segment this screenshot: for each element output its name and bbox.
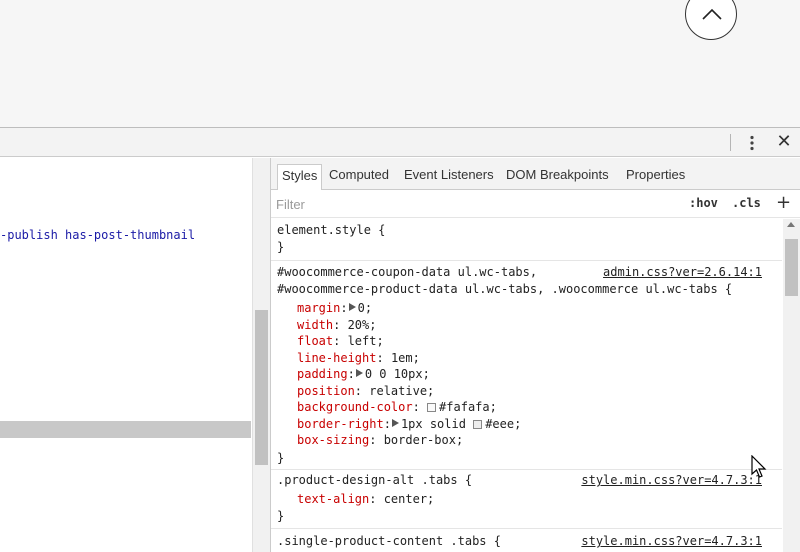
css-property[interactable]: box-sizing: border-box;: [297, 432, 463, 449]
elements-scroll-thumb[interactable]: [255, 310, 268, 465]
kebab-menu-icon[interactable]: [743, 134, 761, 152]
new-style-rule-button[interactable]: +: [776, 192, 791, 213]
tab-dom-breakpoints[interactable]: DOM Breakpoints: [502, 164, 613, 190]
elements-horizontal-scrollbar[interactable]: [0, 421, 251, 438]
devtools-toolbar: ✕: [0, 127, 800, 157]
style-rule-element-style: element.style { }: [271, 219, 782, 261]
hover-state-toggle[interactable]: :hov: [689, 196, 718, 210]
rule-source-link[interactable]: style.min.css?ver=4.7.3:1: [581, 533, 762, 550]
property-value: 20%;: [347, 317, 377, 332]
property-value: 0 0 10px;: [364, 367, 430, 381]
css-property[interactable]: background-color: #fafafa;: [297, 399, 497, 416]
property-name: line-height: [297, 350, 377, 365]
color-swatch[interactable]: [473, 419, 483, 429]
rule-source-link[interactable]: admin.css?ver=2.6.14:1: [603, 264, 762, 281]
css-property[interactable]: float: left;: [297, 333, 384, 350]
elements-panel: -publish has-post-thumbnail: [0, 158, 270, 552]
property-name: text-align: [297, 492, 370, 506]
property-value: #fafafa;: [439, 400, 497, 414]
scroll-up-arrow-icon[interactable]: [787, 222, 795, 227]
scroll-to-top-button[interactable]: [685, 0, 737, 40]
rule-selector[interactable]: .single-product-content .tabs {: [277, 533, 501, 550]
styles-filter-input[interactable]: [276, 195, 656, 213]
style-rule-wc-tabs: #woocommerce-coupon-data ul.wc-tabs, adm…: [271, 261, 782, 470]
style-rule-single-product-content: .single-product-content .tabs { style.mi…: [271, 529, 782, 552]
elements-vertical-scrollbar[interactable]: [252, 158, 270, 552]
close-devtools-icon[interactable]: ✕: [775, 133, 793, 151]
property-value-color: #eee;: [485, 416, 522, 431]
tab-properties[interactable]: Properties: [622, 164, 689, 190]
expand-triangle-icon[interactable]: [355, 369, 363, 377]
dom-node-text[interactable]: -publish has-post-thumbnail: [0, 228, 195, 242]
property-name: float: [297, 334, 334, 348]
mouse-cursor-icon: [751, 455, 767, 478]
class-toggle[interactable]: .cls: [732, 196, 761, 210]
rule-selector-line-1[interactable]: #woocommerce-coupon-data ul.wc-tabs,: [277, 264, 537, 281]
rule-selector-line-2[interactable]: #woocommerce-product-data ul.wc-tabs, .w…: [277, 281, 732, 298]
expand-triangle-icon[interactable]: [391, 418, 399, 427]
property-name: background-color: [297, 400, 413, 414]
toolbar-separator: [730, 134, 731, 151]
css-property[interactable]: border-right: 1px solid #eee;: [297, 416, 521, 433]
property-value: relative;: [369, 383, 435, 398]
css-property[interactable]: text-align: center;: [297, 491, 434, 508]
rule-close-brace: }: [277, 240, 285, 254]
css-property[interactable]: padding: 0 0 10px;: [297, 366, 430, 383]
property-name: margin: [297, 301, 341, 315]
color-swatch[interactable]: [427, 403, 437, 412]
css-property[interactable]: margin: 0;: [297, 300, 372, 317]
property-value: 1em;: [390, 350, 420, 365]
styles-vertical-scrollbar[interactable]: [783, 219, 800, 552]
property-name: width: [297, 317, 334, 332]
property-name: box-sizing: [297, 433, 370, 447]
chevron-up-icon: [702, 8, 722, 20]
sidebar-tab-bar: Styles Computed Event Listeners DOM Brea…: [271, 158, 800, 190]
property-value: border-box;: [383, 433, 464, 447]
property-value: 1px solid: [400, 416, 474, 431]
property-value: center;: [383, 492, 435, 506]
web-page-area: [0, 0, 800, 127]
css-property[interactable]: line-height: 1em;: [297, 350, 420, 367]
property-name: padding: [297, 367, 348, 381]
styles-scroll-thumb[interactable]: [785, 239, 798, 296]
style-rule-product-design-alt: .product-design-alt .tabs { style.min.cs…: [271, 470, 782, 529]
rule-selector[interactable]: .product-design-alt .tabs {: [277, 472, 472, 489]
property-name: border-right: [297, 416, 384, 431]
property-value: left;: [347, 334, 384, 348]
css-property[interactable]: position: relative;: [297, 383, 434, 400]
tab-computed[interactable]: Computed: [325, 164, 393, 190]
tab-styles[interactable]: Styles: [277, 164, 323, 190]
css-property[interactable]: width: 20%;: [297, 317, 376, 334]
property-value: 0;: [357, 301, 373, 315]
property-name: position: [297, 383, 355, 398]
rule-close-brace: }: [277, 451, 285, 465]
rule-selector[interactable]: element.style {: [277, 222, 385, 239]
rule-close-brace: }: [277, 509, 285, 523]
styles-pane: Styles Computed Event Listeners DOM Brea…: [271, 158, 800, 552]
styles-filter-bar: :hov .cls +: [271, 191, 800, 218]
tab-event-listeners[interactable]: Event Listeners: [400, 164, 498, 190]
expand-triangle-icon[interactable]: [348, 303, 356, 311]
rule-source-link[interactable]: style.min.css?ver=4.7.3:1: [581, 472, 762, 489]
